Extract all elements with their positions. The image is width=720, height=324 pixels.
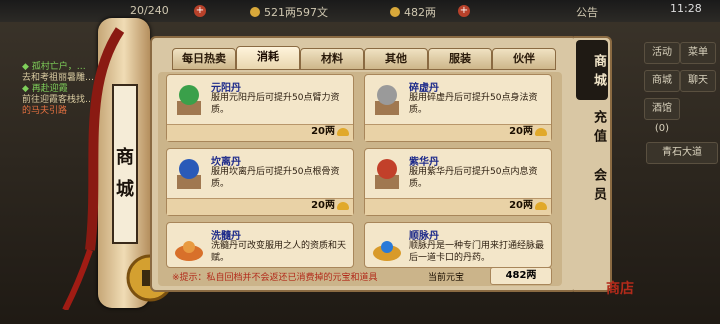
tab-other[interactable]: 其他 (364, 48, 428, 70)
shop-item-card[interactable]: 元阳丹 服用元阳丹后可提升50点臂力资质。 20两 (166, 74, 354, 142)
activity-button[interactable]: 活动 (644, 42, 680, 64)
tavern-button[interactable]: 酒馆(0) (644, 98, 680, 134)
side-tab-recharge[interactable]: 充值 (576, 110, 608, 148)
menu-button[interactable]: 菜单 (680, 42, 716, 64)
item-desc: 服用碎虚丹后可提升50点身法资质。 (409, 93, 538, 115)
location-label: 青石大道 (646, 142, 718, 164)
shop-item-card[interactable]: 顺脉丹 顺脉丹是一种专门用来打通经脉最后一道卡口的丹药。 (364, 222, 552, 268)
shop-seal: 商店 (606, 281, 634, 297)
ingot-icon (337, 202, 349, 210)
item-desc: 服用元阳丹后可提升50点臂力资质。 (211, 93, 340, 115)
item-price: 20两 (509, 126, 533, 137)
ingots-text: 482两 (404, 6, 436, 19)
clock-text: 11:28 (670, 2, 702, 15)
coin-icon (250, 7, 260, 17)
item-desc: 服用紫华丹后可提升50点内息资质。 (409, 167, 538, 189)
current-ingot-label: 当前元宝 (428, 273, 465, 283)
item-desc: 洗髓丹可改变服用之人的资质和天赋。 (211, 241, 347, 263)
tab-costume[interactable]: 服装 (428, 48, 492, 70)
ingot-icon (535, 202, 547, 210)
chat-button[interactable]: 聊天 (680, 70, 716, 92)
pill-bowl-icon (373, 241, 401, 261)
shop-button[interactable]: 商城 (644, 70, 680, 92)
notice-button[interactable]: 公告 (576, 4, 598, 20)
tab-daily-hot[interactable]: 每日热卖 (172, 48, 236, 70)
ingot-icon (337, 128, 349, 136)
shop-item-card[interactable]: 坎离丹 服用坎离丹后可提升50点根骨资质。 20两 (166, 148, 354, 216)
tab-consumables[interactable]: 消耗 (236, 46, 300, 70)
side-tab-member[interactable]: 会员 (576, 168, 608, 206)
item-desc: 顺脉丹是一种专门用来打通经脉最后一道卡口的丹药。 (409, 241, 545, 263)
shop-item-card[interactable]: 洗髓丹 洗髓丹可改变服用之人的资质和天赋。 (166, 222, 354, 268)
coins-display: 521两597文 (250, 4, 328, 20)
pill-bottle-icon (177, 159, 201, 189)
ingot-icon (535, 128, 547, 136)
current-ingot-value: 482两 (490, 267, 552, 285)
side-tab-shop[interactable]: 商城 (576, 40, 608, 100)
tab-materials[interactable]: 材料 (300, 48, 364, 70)
item-price: 20两 (311, 126, 335, 137)
item-price: 20两 (509, 200, 533, 211)
shop-title: 商城 (112, 84, 138, 244)
tip-text: ※提示：私自回档并不会返还已消费掉的元宝和道具 (172, 273, 378, 283)
pill-bowl-icon (175, 241, 203, 261)
pill-bottle-icon (375, 85, 399, 115)
ingots-display: 482两 (390, 4, 436, 20)
item-desc: 服用坎离丹后可提升50点根骨资质。 (211, 167, 340, 189)
item-price: 20两 (311, 200, 335, 211)
tab-partner[interactable]: 伙伴 (492, 48, 556, 70)
add-stamina-button[interactable]: + (194, 5, 206, 17)
stamina-text: 20/240 (130, 4, 169, 17)
pill-bottle-icon (375, 159, 399, 189)
coins-text: 521两597文 (264, 6, 328, 19)
shop-item-card[interactable]: 碎虚丹 服用碎虚丹后可提升50点身法资质。 20两 (364, 74, 552, 142)
ingot-icon (390, 7, 400, 17)
pill-bottle-icon (177, 85, 201, 115)
add-ingots-button[interactable]: + (458, 5, 470, 17)
shop-item-card[interactable]: 紫华丹 服用紫华丹后可提升50点内息资质。 20两 (364, 148, 552, 216)
